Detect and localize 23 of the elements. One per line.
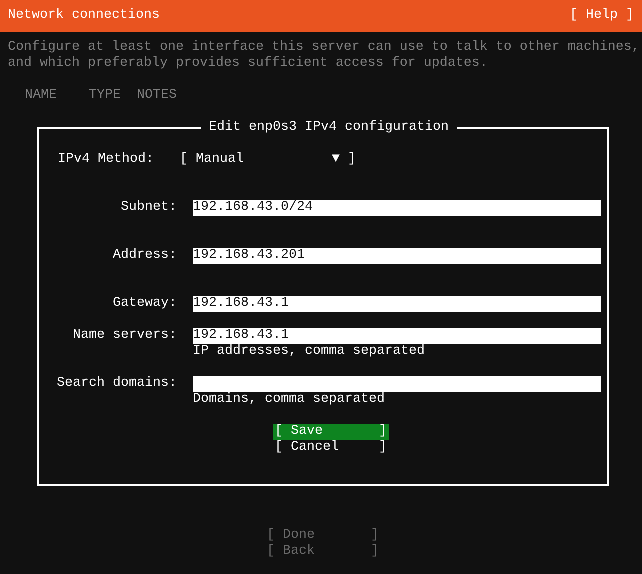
field-label: Subnet: <box>120 200 177 216</box>
help-button[interactable]: [ Help ] <box>570 8 634 24</box>
input-field[interactable]: 192.168.43.0/24 <box>193 200 601 216</box>
input-field[interactable]: 192.168.43.1 <box>193 296 601 312</box>
field-label: IPv4 Method: <box>58 152 155 168</box>
method-dropdown[interactable]: [ Manual ▼ ] <box>180 152 356 168</box>
column-heading: NOTES <box>137 88 177 104</box>
input-field[interactable]: 192.168.43.1 <box>193 328 601 344</box>
field-label: Name servers: <box>72 328 177 345</box>
save-button[interactable]: [ Save ] <box>273 424 389 440</box>
field-label: Gateway: <box>112 296 177 312</box>
field-hint: IP addresses, comma separated <box>193 344 426 360</box>
field-label: Search domains: <box>56 376 177 393</box>
cancel-button[interactable]: [ Cancel ] <box>273 440 389 456</box>
column-heading: NAME <box>25 88 58 104</box>
field-hint: Domains, comma separated <box>193 392 386 408</box>
input-field[interactable] <box>193 376 601 392</box>
description-text: Configure at least one interface this server can use to talk to other machines, and which preferably provides sufficient access for updates. <box>8 40 641 72</box>
dialog-title: Edit enp0s3 IPv4 configuration <box>208 120 450 136</box>
screen-title: Network connections <box>8 8 160 24</box>
field-label: Address: <box>112 248 177 264</box>
input-field[interactable]: 192.168.43.201 <box>193 248 601 264</box>
column-heading: TYPE <box>89 88 122 104</box>
